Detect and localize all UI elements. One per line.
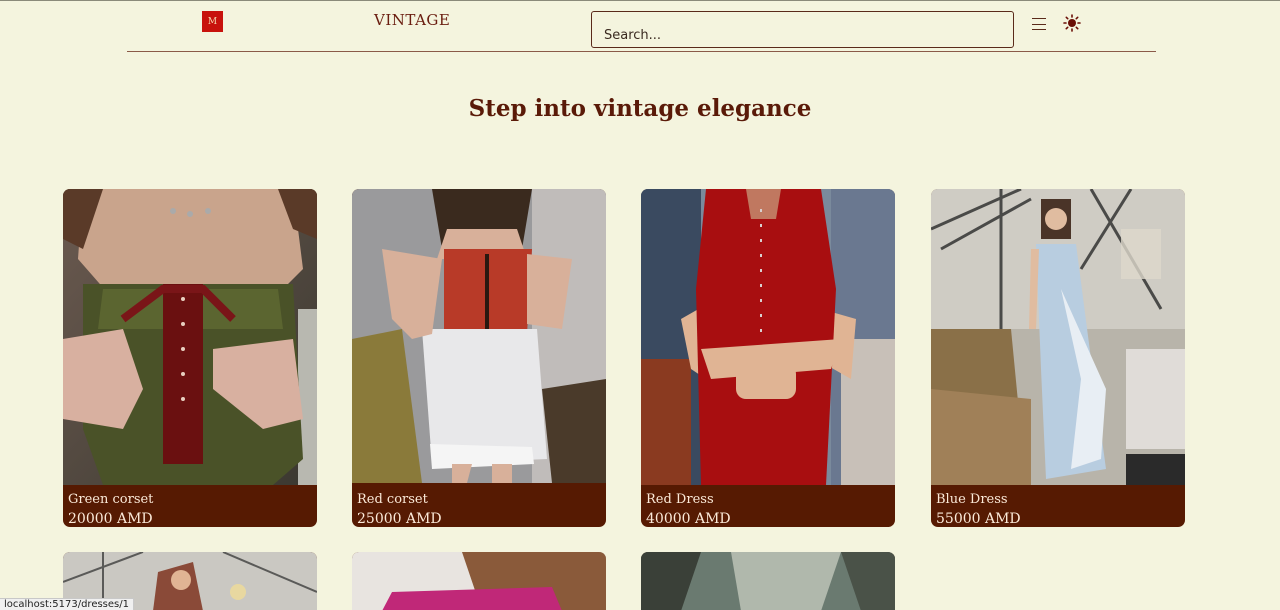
- hamburger-menu-icon[interactable]: [1031, 16, 1047, 32]
- product-info: Red Dress 40000 AMD: [641, 490, 895, 527]
- product-price: 55000 AMD: [936, 511, 1021, 527]
- product-price: 25000 AMD: [357, 511, 442, 527]
- product-name: Red corset: [357, 492, 428, 507]
- browser-status-url: localhost:5173/dresses/1: [0, 598, 134, 610]
- search-input[interactable]: [591, 11, 1014, 48]
- product-image-red-dress: [641, 189, 895, 485]
- product-name: Red Dress: [646, 492, 714, 507]
- brand-name[interactable]: VINTAGE: [374, 11, 450, 29]
- product-image: [641, 552, 895, 610]
- product-card-row2-3[interactable]: [641, 552, 895, 610]
- product-info: Blue Dress 55000 AMD: [931, 490, 1185, 527]
- product-image-green-corset: [63, 189, 317, 485]
- product-card-green-corset[interactable]: Green corset 20000 AMD: [63, 189, 317, 527]
- product-card-red-dress[interactable]: Red Dress 40000 AMD: [641, 189, 895, 527]
- logo-text: M: [207, 16, 218, 27]
- product-info: Green corset 20000 AMD: [63, 490, 317, 527]
- site-header: M VINTAGE: [127, 1, 1156, 52]
- sun-icon[interactable]: [1063, 14, 1081, 32]
- product-image-blue-dress: [931, 189, 1185, 485]
- product-price: 40000 AMD: [646, 511, 731, 527]
- product-image: [352, 552, 606, 610]
- product-image-red-corset: [352, 189, 606, 483]
- logo[interactable]: M: [202, 11, 223, 32]
- product-price: 20000 AMD: [68, 511, 153, 527]
- product-card-blue-dress[interactable]: Blue Dress 55000 AMD: [931, 189, 1185, 527]
- page-title: Step into vintage elegance: [468, 95, 812, 122]
- product-name: Blue Dress: [936, 492, 1008, 507]
- product-card-row2-2[interactable]: [352, 552, 606, 610]
- product-card-red-corset[interactable]: Red corset 25000 AMD: [352, 189, 606, 527]
- product-name: Green corset: [68, 492, 154, 507]
- product-info: Red corset 25000 AMD: [352, 490, 606, 527]
